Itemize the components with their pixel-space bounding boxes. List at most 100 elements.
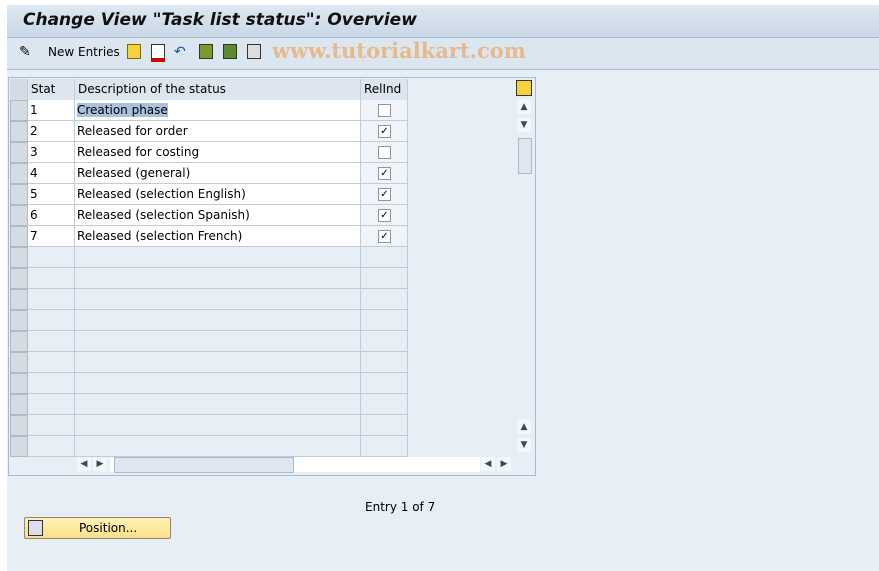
- empty-table-row: [10, 310, 408, 331]
- row-selector[interactable]: [10, 394, 28, 415]
- stat-cell[interactable]: 2: [28, 121, 75, 142]
- deselect-all-icon[interactable]: [247, 44, 261, 59]
- select-all-icon[interactable]: [199, 44, 213, 59]
- relind-checkbox[interactable]: ✓: [378, 209, 391, 222]
- stat-cell[interactable]: 5: [28, 184, 75, 205]
- row-selector[interactable]: [10, 226, 28, 247]
- relind-cell: [361, 268, 408, 289]
- relind-cell: [361, 142, 408, 163]
- relind-checkbox[interactable]: ✓: [378, 188, 391, 201]
- stat-cell[interactable]: 4: [28, 163, 75, 184]
- description-cell: [75, 289, 361, 310]
- scroll-right-button[interactable]: ▶: [93, 457, 107, 471]
- description-cell: [75, 394, 361, 415]
- row-selector[interactable]: [10, 373, 28, 394]
- scroll-page-up-button[interactable]: ▲: [517, 420, 531, 434]
- column-header-description[interactable]: Description of the status: [75, 79, 361, 100]
- row-selector[interactable]: [10, 310, 28, 331]
- description-text: Released (selection Spanish): [77, 208, 250, 222]
- stat-cell[interactable]: 6: [28, 205, 75, 226]
- row-selector[interactable]: [10, 205, 28, 226]
- new-entries-button[interactable]: New Entries: [48, 45, 120, 59]
- stat-cell[interactable]: 1: [28, 100, 75, 121]
- stat-cell[interactable]: 7: [28, 226, 75, 247]
- stat-cell: [28, 394, 75, 415]
- row-selector[interactable]: [10, 121, 28, 142]
- row-selector[interactable]: [10, 247, 28, 268]
- delete-icon[interactable]: [151, 44, 165, 62]
- row-selector[interactable]: [10, 100, 28, 121]
- select-block-icon[interactable]: [223, 44, 237, 59]
- vertical-scroll-thumb[interactable]: [518, 138, 532, 174]
- select-all-corner[interactable]: [10, 79, 28, 100]
- stat-cell: [28, 289, 75, 310]
- relind-cell: [361, 247, 408, 268]
- relind-cell: ✓: [361, 226, 408, 247]
- description-cell[interactable]: Creation phase: [75, 100, 361, 121]
- row-selector[interactable]: [10, 163, 28, 184]
- position-button[interactable]: Position...: [24, 517, 171, 539]
- row-selector[interactable]: [10, 352, 28, 373]
- description-cell[interactable]: Released (general): [75, 163, 361, 184]
- description-cell[interactable]: Released (selection French): [75, 226, 361, 247]
- scroll-up-button[interactable]: ▲: [517, 100, 531, 114]
- table-row: 2 Released for order ✓: [10, 121, 408, 142]
- relind-cell: [361, 436, 408, 457]
- scroll-left-button[interactable]: ◀: [77, 457, 91, 471]
- scroll-down-button[interactable]: ▼: [517, 118, 531, 132]
- empty-table-row: [10, 436, 408, 457]
- row-selector[interactable]: [10, 184, 28, 205]
- stat-cell: [28, 436, 75, 457]
- horizontal-scroll-thumb[interactable]: [114, 457, 294, 473]
- description-text: Released (selection English): [77, 187, 246, 201]
- column-settings-icon[interactable]: [516, 80, 532, 96]
- scroll-left-button-2[interactable]: ◀: [481, 457, 495, 471]
- stat-cell: [28, 415, 75, 436]
- relind-cell: [361, 310, 408, 331]
- empty-table-row: [10, 247, 408, 268]
- description-cell: [75, 331, 361, 352]
- description-cell[interactable]: Released (selection English): [75, 184, 361, 205]
- row-selector[interactable]: [10, 436, 28, 457]
- relind-cell: [361, 289, 408, 310]
- row-selector[interactable]: [10, 415, 28, 436]
- description-text: Released (selection French): [77, 229, 243, 243]
- empty-table-row: [10, 394, 408, 415]
- row-selector[interactable]: [10, 289, 28, 310]
- description-cell[interactable]: Released (selection Spanish): [75, 205, 361, 226]
- column-header-relind[interactable]: RelInd: [361, 79, 408, 100]
- relind-checkbox[interactable]: [378, 146, 391, 159]
- row-selector[interactable]: [10, 268, 28, 289]
- relind-checkbox[interactable]: [378, 104, 391, 117]
- stat-cell: [28, 352, 75, 373]
- stat-cell: [28, 331, 75, 352]
- edit-pencil-icon[interactable]: ✎: [19, 44, 35, 60]
- copy-icon[interactable]: [127, 44, 141, 59]
- position-button-label: Position...: [79, 521, 138, 535]
- column-header-stat[interactable]: Stat: [28, 79, 75, 100]
- description-cell[interactable]: Released for costing: [75, 142, 361, 163]
- table-row: 5 Released (selection English) ✓: [10, 184, 408, 205]
- table-row: 3 Released for costing: [10, 142, 408, 163]
- row-selector[interactable]: [10, 331, 28, 352]
- scroll-right-button-2[interactable]: ▶: [497, 457, 511, 471]
- stat-cell[interactable]: 3: [28, 142, 75, 163]
- empty-table-row: [10, 352, 408, 373]
- relind-checkbox[interactable]: ✓: [378, 125, 391, 138]
- description-text: Released (general): [77, 166, 191, 180]
- description-cell: [75, 373, 361, 394]
- description-text: Released for order: [77, 124, 188, 138]
- scroll-page-down-button[interactable]: ▼: [517, 438, 531, 452]
- table-row: 4 Released (general) ✓: [10, 163, 408, 184]
- row-selector[interactable]: [10, 142, 28, 163]
- table-row: 7 Released (selection French) ✓: [10, 226, 408, 247]
- description-cell: [75, 310, 361, 331]
- empty-table-row: [10, 415, 408, 436]
- relind-cell: [361, 352, 408, 373]
- description-cell[interactable]: Released for order: [75, 121, 361, 142]
- undo-icon[interactable]: ↶: [174, 44, 190, 60]
- description-cell: [75, 268, 361, 289]
- relind-checkbox[interactable]: ✓: [378, 167, 391, 180]
- stat-cell: [28, 268, 75, 289]
- relind-checkbox[interactable]: ✓: [378, 230, 391, 243]
